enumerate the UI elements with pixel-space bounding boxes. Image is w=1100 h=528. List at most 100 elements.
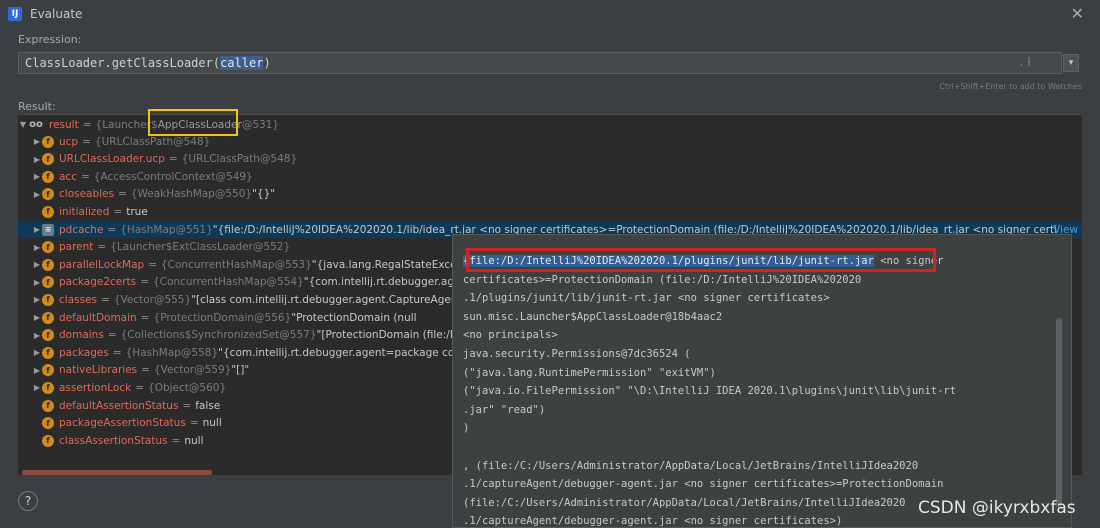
field-type: {HashMap@551} <box>120 223 213 236</box>
expression-label: Expression: <box>18 33 82 46</box>
field-name: initialized <box>59 205 110 218</box>
title-bar: IJ Evaluate ✕ <box>0 0 1100 28</box>
value-tooltip-popup: {file:/D:/IntelliJ%20IDEA%202020.1/plugi… <box>452 234 1072 528</box>
expression-prefix: ClassLoader.getClassLoader( <box>25 56 221 70</box>
tree-row[interactable]: ▶ f URLClassLoader.ucp = {URLClassPath@548} <box>18 151 1082 168</box>
tree-row[interactable]: ▶ f acc = {AccessControlContext@549} <box>18 168 1082 185</box>
equals-sign: = <box>107 329 117 342</box>
field-icon: f <box>42 417 54 430</box>
tooltip-line: ("java.lang.RuntimePermission" "exitVM") <box>463 367 716 379</box>
field-icon: f <box>42 399 54 412</box>
expand-arrow-icon[interactable]: ▶ <box>32 331 42 340</box>
expand-arrow-icon[interactable]: ▶ <box>32 225 42 234</box>
tooltip-text: java.security.Permissions@7dc36524 ( <box>463 348 691 360</box>
tooltip-text: .1/plugins/junit/lib/junit-rt.jar <no si… <box>463 292 830 305</box>
equals-sign: = <box>189 417 199 430</box>
expand-icon[interactable]: . ⁞ <box>1020 55 1031 69</box>
tooltip-line: sun.misc.Launcher$AppClassLoader@18b4aac… <box>463 311 722 323</box>
tooltip-line: .1/captureAgent/debugger-agent.jar <no s… <box>463 515 842 527</box>
expand-arrow-icon[interactable]: ▶ <box>32 313 42 322</box>
field-type: {ConcurrentHashMap@554} <box>152 276 304 289</box>
field-name: defaultAssertionStatus <box>59 399 179 412</box>
shortcut-hint: Ctrl+Shift+Enter to add to Watches <box>939 82 1082 91</box>
tooltip-scrollbar[interactable] <box>1056 318 1062 508</box>
expand-arrow-icon[interactable]: ▶ <box>32 137 42 146</box>
tooltip-line: ("java.io.FilePermission" "\D:\IntelliJ … <box>463 385 956 397</box>
expand-arrow-icon[interactable]: ▶ <box>32 260 42 269</box>
field-icon: f <box>42 381 54 394</box>
close-icon[interactable]: ✕ <box>1071 4 1084 23</box>
field-value: "{com.intellij.rt.debugger.ag <box>303 276 455 289</box>
expand-arrow-icon[interactable]: ▶ <box>32 278 42 287</box>
field-type: {HashMap@558} <box>125 346 219 359</box>
result-label: Result: <box>18 100 56 113</box>
field-name: parent <box>59 241 94 254</box>
tooltip-text: (file:/C:/Users/Administrator/AppData/Lo… <box>463 496 906 509</box>
tooltip-line: ) <box>463 422 469 434</box>
expand-arrow-icon[interactable]: ▶ <box>32 366 42 375</box>
tooltip-text: .1/captureAgent/debugger-agent.jar <no s… <box>463 515 843 528</box>
field-icon: f <box>42 293 54 306</box>
field-value: "{com.intellij.rt.debugger.agent=package… <box>218 346 455 359</box>
field-value: false <box>195 399 221 412</box>
field-name: assertionLock <box>59 381 132 394</box>
field-value: "ProtectionDomain (null <box>291 311 417 324</box>
equals-sign: = <box>171 434 181 447</box>
field-icon: f <box>42 329 54 342</box>
field-name: URLClassLoader.ucp <box>59 153 165 166</box>
expand-arrow-icon[interactable]: ▶ <box>32 243 42 252</box>
equals-sign: = <box>140 276 149 289</box>
field-name: pdcache <box>59 223 104 236</box>
help-button[interactable]: ? <box>18 491 38 511</box>
field-type: {AccessControlContext@549} <box>93 170 253 183</box>
tooltip-text: , (file:/C:/Users/Administrator/AppData/… <box>463 459 919 472</box>
tree-row[interactable]: f initialized = true <box>18 203 1082 220</box>
horizontal-scrollbar[interactable] <box>22 470 212 475</box>
window-title: Evaluate <box>30 7 83 21</box>
equals-sign: = <box>148 258 157 271</box>
history-dropdown-button[interactable]: ▾ <box>1063 54 1079 72</box>
root-name: result <box>49 118 79 131</box>
tree-row[interactable]: ▶ f closeables = {WeakHashMap@550} "{}" <box>18 186 1082 203</box>
expression-suffix: ) <box>263 56 271 70</box>
expand-arrow-icon[interactable]: ▶ <box>32 190 42 199</box>
field-type: {Vector@559} <box>153 364 232 377</box>
equals-sign: = <box>101 293 110 306</box>
field-value: "[class com.intellij.rt.debugger.agent.C… <box>191 293 458 306</box>
equals-sign: = <box>140 311 150 324</box>
tooltip-text: sun.misc.Launcher$AppClassLoader@18b4aac… <box>463 310 723 323</box>
tooltip-line: certificates>=ProtectionDomain (file:/D:… <box>463 274 861 286</box>
equals-sign: = <box>112 346 122 359</box>
field-icon: f <box>42 434 54 447</box>
tooltip-text: <no principals> <box>463 329 558 342</box>
expand-arrow-icon[interactable]: ▶ <box>32 295 42 304</box>
field-name: nativeLibraries <box>59 364 138 377</box>
tooltip-line: , (file:/C:/Users/Administrator/AppData/… <box>463 460 918 472</box>
field-value: true <box>126 205 148 218</box>
tooltip-line: java.security.Permissions@7dc36524 ( <box>463 348 691 360</box>
tooltip-line: (file:/C:/Users/Administrator/AppData/Lo… <box>463 497 906 509</box>
field-type: {URLClassPath@548} <box>94 135 211 148</box>
field-icon: f <box>42 170 54 183</box>
field-icon: f <box>42 205 54 218</box>
equals-sign: = <box>107 223 117 236</box>
field-type: {WeakHashMap@550} <box>130 188 253 201</box>
object-icon: oo <box>29 119 43 130</box>
expression-input[interactable]: ClassLoader.getClassLoader(caller) . ⁞ <box>18 52 1062 74</box>
field-type: {ProtectionDomain@556} <box>153 311 292 324</box>
expand-arrow-icon[interactable]: ▶ <box>32 348 42 357</box>
expression-text[interactable]: ClassLoader.getClassLoader(caller) <box>25 56 271 70</box>
field-icon: f <box>42 311 54 324</box>
field-name: classAssertionStatus <box>59 434 168 447</box>
field-value: "[]" <box>231 364 250 377</box>
field-type: {Launcher$ExtClassLoader@552} <box>110 241 291 254</box>
collapse-arrow-icon[interactable]: ▼ <box>18 120 28 129</box>
field-icon: f <box>42 153 54 166</box>
expand-arrow-icon[interactable]: ▶ <box>32 172 42 181</box>
field-icon: f <box>42 276 54 289</box>
expand-arrow-icon[interactable]: ▶ <box>32 155 42 164</box>
expand-arrow-icon[interactable]: ▶ <box>32 383 42 392</box>
equals-sign: = <box>118 188 127 201</box>
field-type: {URLClassPath@548} <box>181 153 298 166</box>
field-name: parallelLockMap <box>59 258 145 271</box>
